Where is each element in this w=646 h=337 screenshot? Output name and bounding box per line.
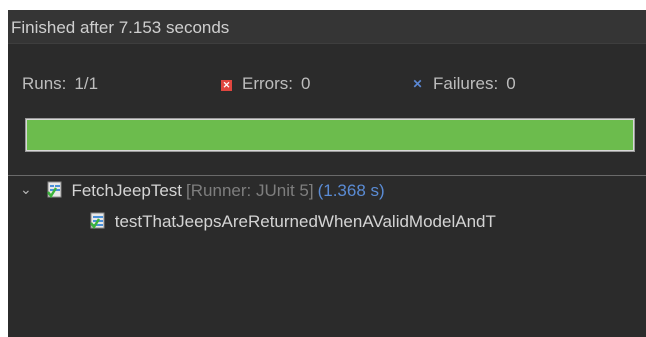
- progress-fill: [27, 120, 633, 150]
- test-passed-icon: [90, 212, 105, 230]
- status-bar: Finished after 7.153 seconds: [8, 10, 646, 44]
- finished-time-label: Finished after 7.153 seconds: [11, 18, 230, 37]
- failures-value: 0: [506, 74, 516, 93]
- chevron-down-icon[interactable]: ⌄: [20, 181, 34, 198]
- runs-counter: Runs: 1/1: [22, 74, 98, 94]
- failures-label: Failures:: [433, 74, 499, 93]
- suite-runner: [Runner: JUnit 5]: [186, 181, 314, 200]
- failure-icon: ✕: [412, 77, 423, 91]
- errors-counter: ✕ Errors: 0: [221, 74, 310, 94]
- failures-counter: ✕ Failures: 0: [412, 74, 516, 94]
- test-name: testThatJeepsAreReturnedWhenAValidModelA…: [114, 212, 496, 231]
- errors-value: 0: [301, 74, 311, 93]
- errors-label: Errors:: [242, 74, 293, 93]
- error-icon: ✕: [221, 80, 232, 91]
- test-progress-bar: [25, 118, 635, 152]
- tree-item-test[interactable]: testThatJeepsAreReturnedWhenAValidModelA…: [90, 212, 496, 232]
- tree-item-suite[interactable]: ⌄ FetchJeepTest [Runner: JUnit 5] (1.368 s…: [20, 181, 385, 201]
- runs-value: 1/1: [74, 74, 99, 93]
- divider: [8, 175, 646, 176]
- test-suite-passed-icon: [46, 181, 62, 199]
- junit-panel: Finished after 7.153 seconds Runs: 1/1 ✕ E…: [8, 10, 646, 337]
- suite-time: (1.368 s): [317, 181, 385, 200]
- suite-name: FetchJeepTest: [71, 181, 183, 200]
- runs-label: Runs:: [22, 74, 67, 93]
